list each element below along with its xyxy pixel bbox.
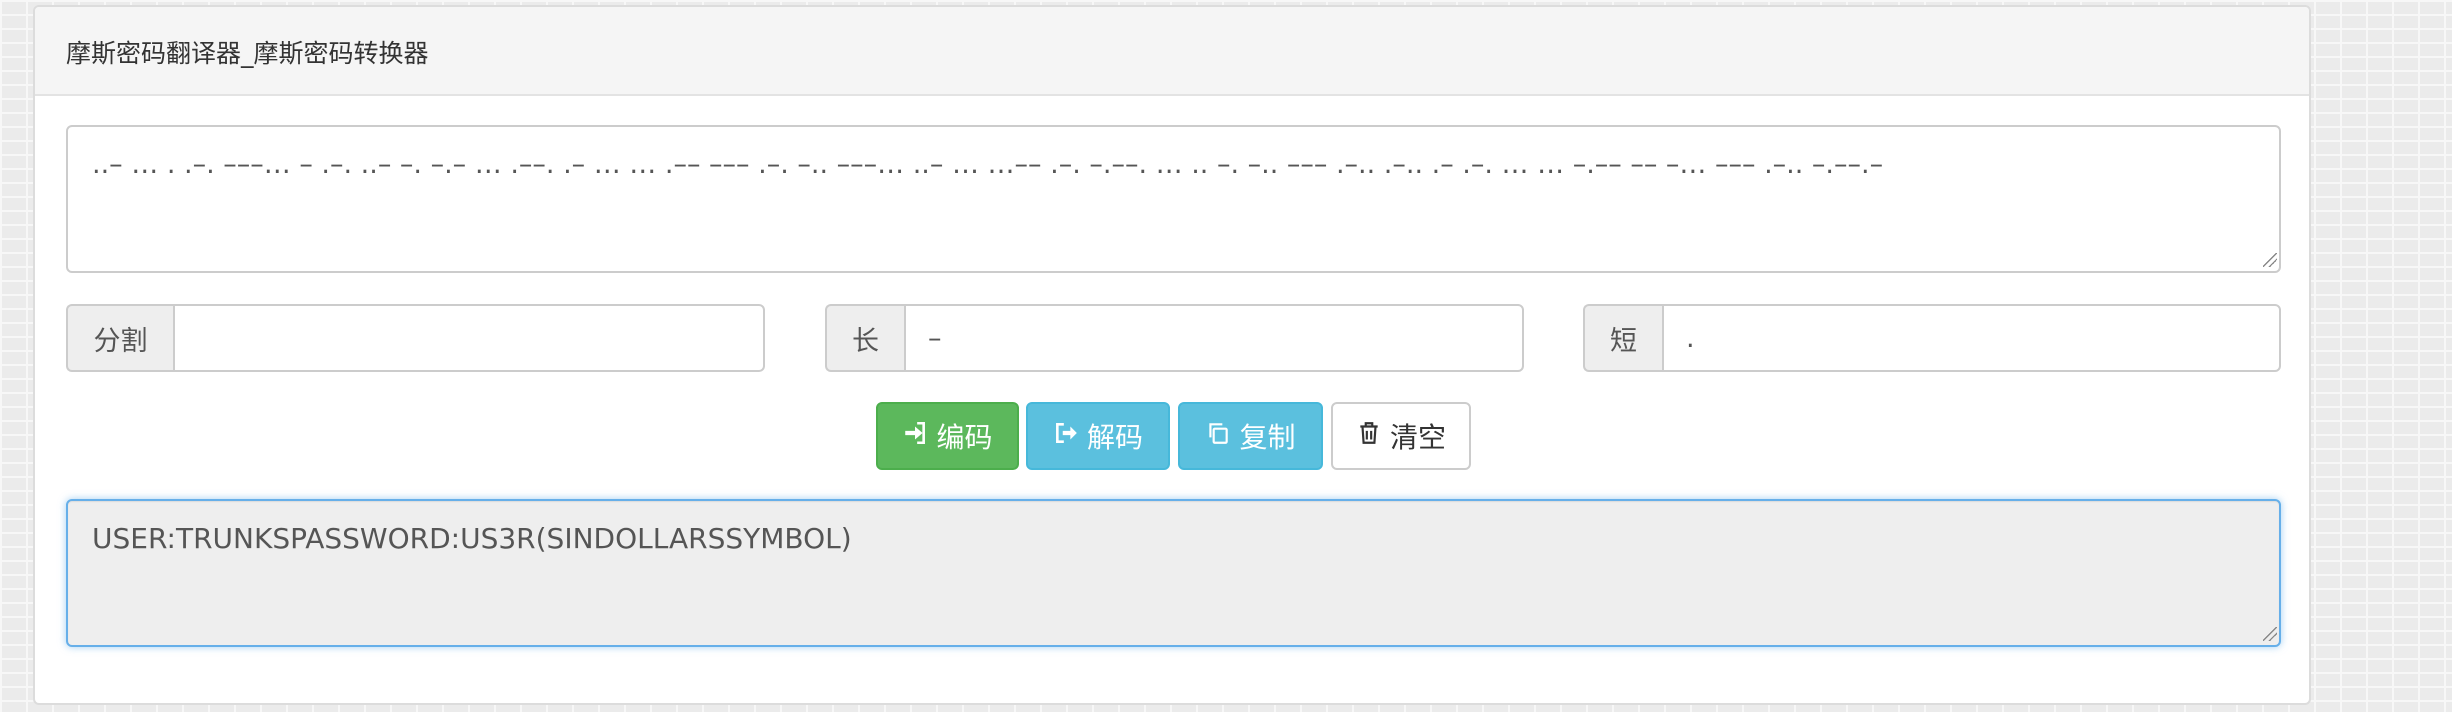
panel-title: 摩斯密码翻译器_摩斯密码转换器 [35,7,2309,96]
clear-label: 清空 [1389,421,1446,454]
encode-button[interactable]: 编码 [876,402,1019,470]
morse-input[interactable]: ..– … . .–. –––… – .–. ..– –. –.– … .––.… [66,125,2281,273]
copy-label: 复制 [1239,421,1296,454]
share-icon [1053,420,1079,453]
decode-label: 解码 [1086,421,1143,454]
long-symbol-group: 长 – [825,304,1524,372]
short-symbol-input[interactable]: . [1662,304,2281,372]
resize-handle[interactable] [2263,253,2277,267]
result-resize-handle[interactable] [2263,627,2277,641]
encode-label: 编码 [936,421,993,454]
separator-group: 分割 [66,304,765,372]
short-symbol-label: 短 [1583,304,1662,372]
result-output[interactable]: USER:TRUNKSPASSWORD:US3R(SINDOLLARSSYMBO… [66,499,2281,647]
long-symbol-label: 长 [825,304,904,372]
sign-in-icon [902,420,928,453]
separator-input[interactable] [173,304,765,372]
morse-translator-panel: 摩斯密码翻译器_摩斯密码转换器 ..– … . .–. –––… – .–. .… [33,5,2311,705]
trash-icon [1356,420,1382,453]
clear-button[interactable]: 清空 [1331,402,1471,470]
short-symbol-group: 短 . [1583,304,2281,372]
copy-button[interactable]: 复制 [1178,402,1323,470]
decode-button[interactable]: 解码 [1026,402,1170,470]
separator-label: 分割 [66,304,173,372]
long-symbol-input[interactable]: – [904,304,1524,372]
copy-icon [1205,420,1231,453]
